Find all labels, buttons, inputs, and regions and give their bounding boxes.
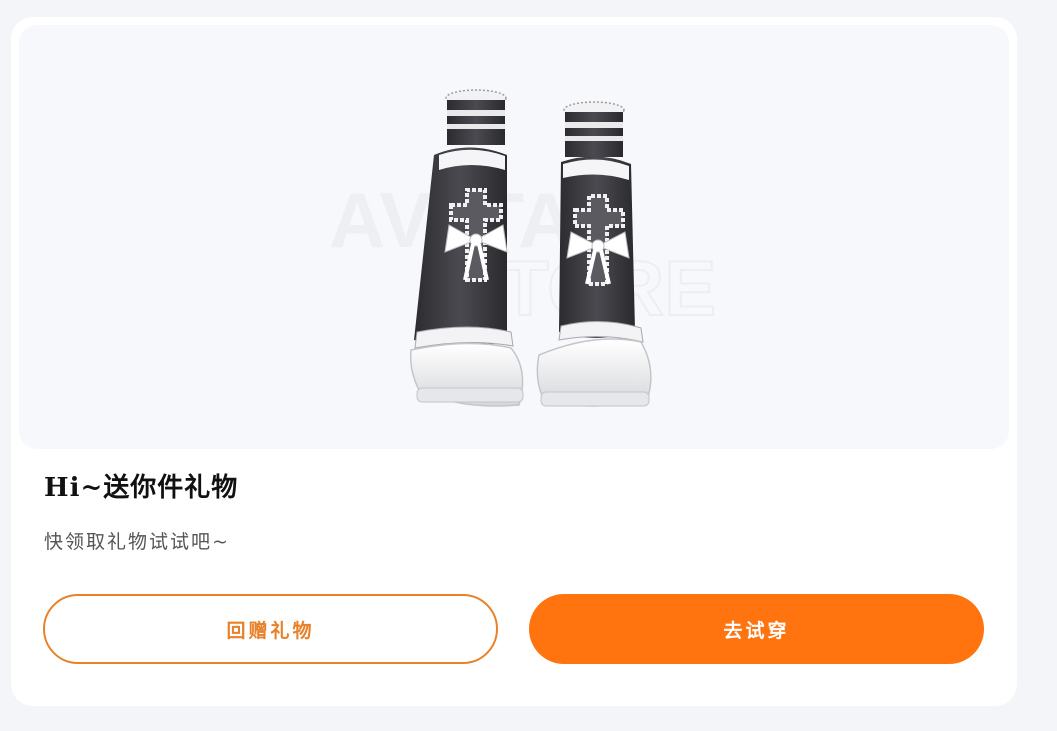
return-gift-button[interactable]: 回赠礼物: [43, 594, 498, 664]
boots-image[interactable]: [379, 70, 679, 420]
left-boot: [409, 89, 524, 407]
gift-card: AVATAR STORE: [11, 17, 1017, 706]
try-on-button[interactable]: 去试穿: [529, 594, 984, 664]
gift-title: Hi~送你件礼物: [44, 473, 239, 503]
gift-subtitle: 快领取礼物试试吧~: [44, 531, 230, 553]
try-on-label: 去试穿: [723, 619, 790, 642]
gift-preview: AVATAR STORE: [19, 25, 1009, 449]
right-boot: [536, 101, 652, 407]
return-gift-label: 回赠礼物: [226, 619, 315, 642]
